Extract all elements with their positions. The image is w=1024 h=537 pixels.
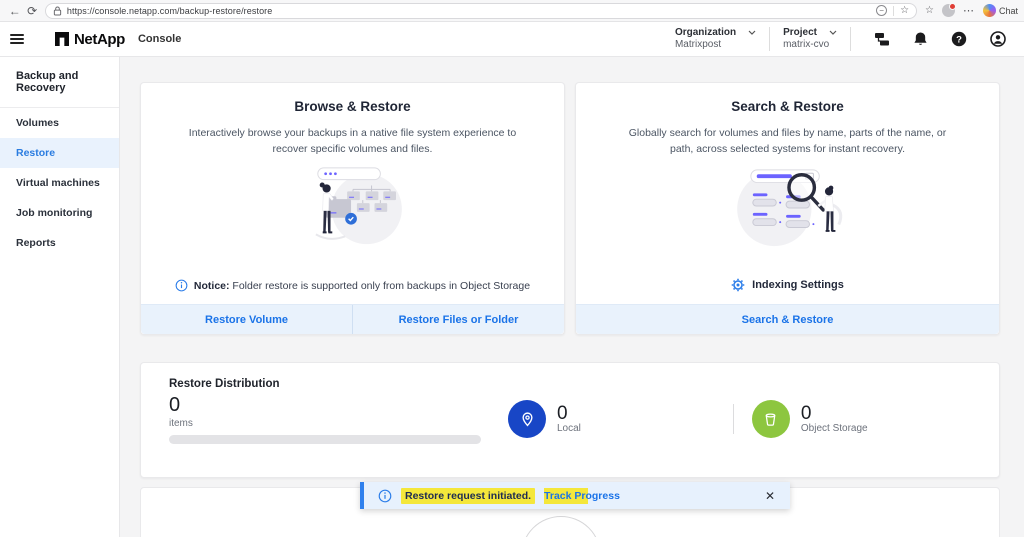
- sidebar-item-restore[interactable]: Restore: [0, 138, 119, 168]
- track-progress-link[interactable]: Track Progress: [544, 487, 620, 504]
- donut-chart-placeholder: [521, 516, 601, 537]
- organization-picker[interactable]: Organization Matrixpost: [675, 27, 756, 52]
- restore-files-or-folder-button[interactable]: Restore Files or Folder: [353, 305, 564, 334]
- main-content: Browse & Restore Interactively browse yo…: [120, 57, 1024, 537]
- restore-distribution-title: Restore Distribution: [169, 378, 280, 390]
- copilot-label: Chat: [999, 5, 1019, 16]
- items-count: 0: [169, 394, 181, 416]
- items-label: items: [169, 418, 193, 429]
- restore-volume-button[interactable]: Restore Volume: [141, 305, 352, 334]
- close-icon[interactable]: ✕: [765, 489, 775, 503]
- browser-menu-icon[interactable]: ⋯: [963, 4, 975, 17]
- notice-row: Notice: Folder restore is supported only…: [141, 279, 564, 292]
- netapp-logo-mark: [55, 32, 69, 46]
- search-card-title: Search & Restore: [731, 99, 844, 114]
- chevron-down-icon: [829, 30, 837, 36]
- restore-distribution-card: Restore Distribution 0 items 0 Local 0 O…: [140, 362, 1000, 478]
- site-lock-icon: [53, 5, 62, 16]
- search-illustration: [736, 168, 842, 246]
- copilot-button[interactable]: Chat: [983, 4, 1018, 17]
- object-storage-stat: 0 Object Storage: [751, 400, 868, 438]
- indexing-settings-label: Indexing Settings: [752, 279, 844, 291]
- sidebar-item-backup-and-recovery[interactable]: Backup and Recovery: [0, 57, 119, 108]
- indexing-settings-button[interactable]: Indexing Settings: [576, 278, 999, 292]
- logo-text: NetApp: [74, 30, 125, 48]
- hamburger-menu-icon[interactable]: [10, 31, 24, 46]
- browse-restore-card: Browse & Restore Interactively browse yo…: [140, 82, 565, 335]
- favorites-icon[interactable]: ☆: [925, 5, 934, 16]
- url-text: https://console.netapp.com/backup-restor…: [66, 5, 273, 16]
- netapp-logo: NetApp: [55, 31, 125, 48]
- organization-value: Matrixpost: [674, 39, 722, 50]
- info-icon: [378, 489, 392, 502]
- project-picker[interactable]: Project matrix-cvo: [783, 27, 837, 52]
- refresh-icon[interactable]: ⟳: [23, 4, 40, 18]
- object-storage-count: 0: [800, 402, 812, 424]
- toast-message: Restore request initiated.: [404, 487, 533, 504]
- help-icon[interactable]: ?: [951, 31, 967, 47]
- notice-label: Notice:: [193, 279, 230, 292]
- local-pin-icon: [508, 400, 546, 438]
- sidebar-item-reports[interactable]: Reports: [0, 228, 119, 258]
- sidebar: Backup and Recovery Volumes Restore Virt…: [0, 57, 120, 537]
- sidebar-item-job-monitoring[interactable]: Job monitoring: [0, 198, 119, 228]
- notifications-bell-icon[interactable]: [913, 31, 928, 47]
- svg-text:?: ?: [956, 34, 962, 45]
- account-icon[interactable]: [990, 31, 1006, 47]
- project-value: matrix-cvo: [783, 39, 830, 50]
- notice-text: Folder restore is supported only from ba…: [232, 279, 531, 292]
- bucket-icon: [751, 400, 790, 438]
- search-and-restore-button[interactable]: Search & Restore: [576, 305, 999, 334]
- browser-profile-avatar[interactable]: [942, 3, 956, 17]
- connectors-icon[interactable]: [874, 31, 890, 47]
- bookmark-star-icon[interactable]: ☆: [900, 5, 909, 16]
- address-bar[interactable]: https://console.netapp.com/backup-restor…: [44, 2, 918, 19]
- organization-label: Organization: [674, 26, 737, 38]
- chevron-down-icon: [748, 30, 756, 36]
- browser-toolbar: ← ⟳ https://console.netapp.com/backup-re…: [0, 0, 1024, 22]
- search-restore-card: Search & Restore Globally search for vol…: [575, 82, 1000, 335]
- copilot-icon: [983, 4, 996, 17]
- distribution-progress-bar: [169, 435, 481, 444]
- hide-address-icon[interactable]: −: [876, 5, 888, 16]
- sidebar-item-virtual-machines[interactable]: Virtual machines: [0, 168, 119, 198]
- local-count: 0: [557, 402, 568, 424]
- restore-toast: Restore request initiated. Track Progres…: [360, 482, 790, 509]
- local-label: Local: [557, 423, 581, 435]
- browse-card-footer: Restore Volume Restore Files or Folder: [141, 304, 564, 334]
- gear-icon: [731, 278, 745, 292]
- browse-card-description: Interactively browse your backups in a n…: [188, 127, 517, 156]
- back-icon[interactable]: ←: [6, 4, 23, 18]
- sidebar-item-volumes[interactable]: Volumes: [0, 108, 119, 138]
- app-name: Console: [137, 33, 182, 45]
- browse-illustration: [314, 166, 402, 244]
- search-card-footer: Search & Restore: [576, 304, 999, 334]
- info-icon: [175, 279, 188, 292]
- app-header: NetApp Console Organization Matrixpost P…: [0, 22, 1024, 57]
- search-card-description: Globally search for volumes and files by…: [628, 127, 947, 156]
- browse-card-title: Browse & Restore: [294, 99, 411, 114]
- project-label: Project: [783, 26, 817, 38]
- local-stat: 0 Local: [508, 400, 581, 438]
- object-storage-label: Object Storage: [800, 423, 868, 435]
